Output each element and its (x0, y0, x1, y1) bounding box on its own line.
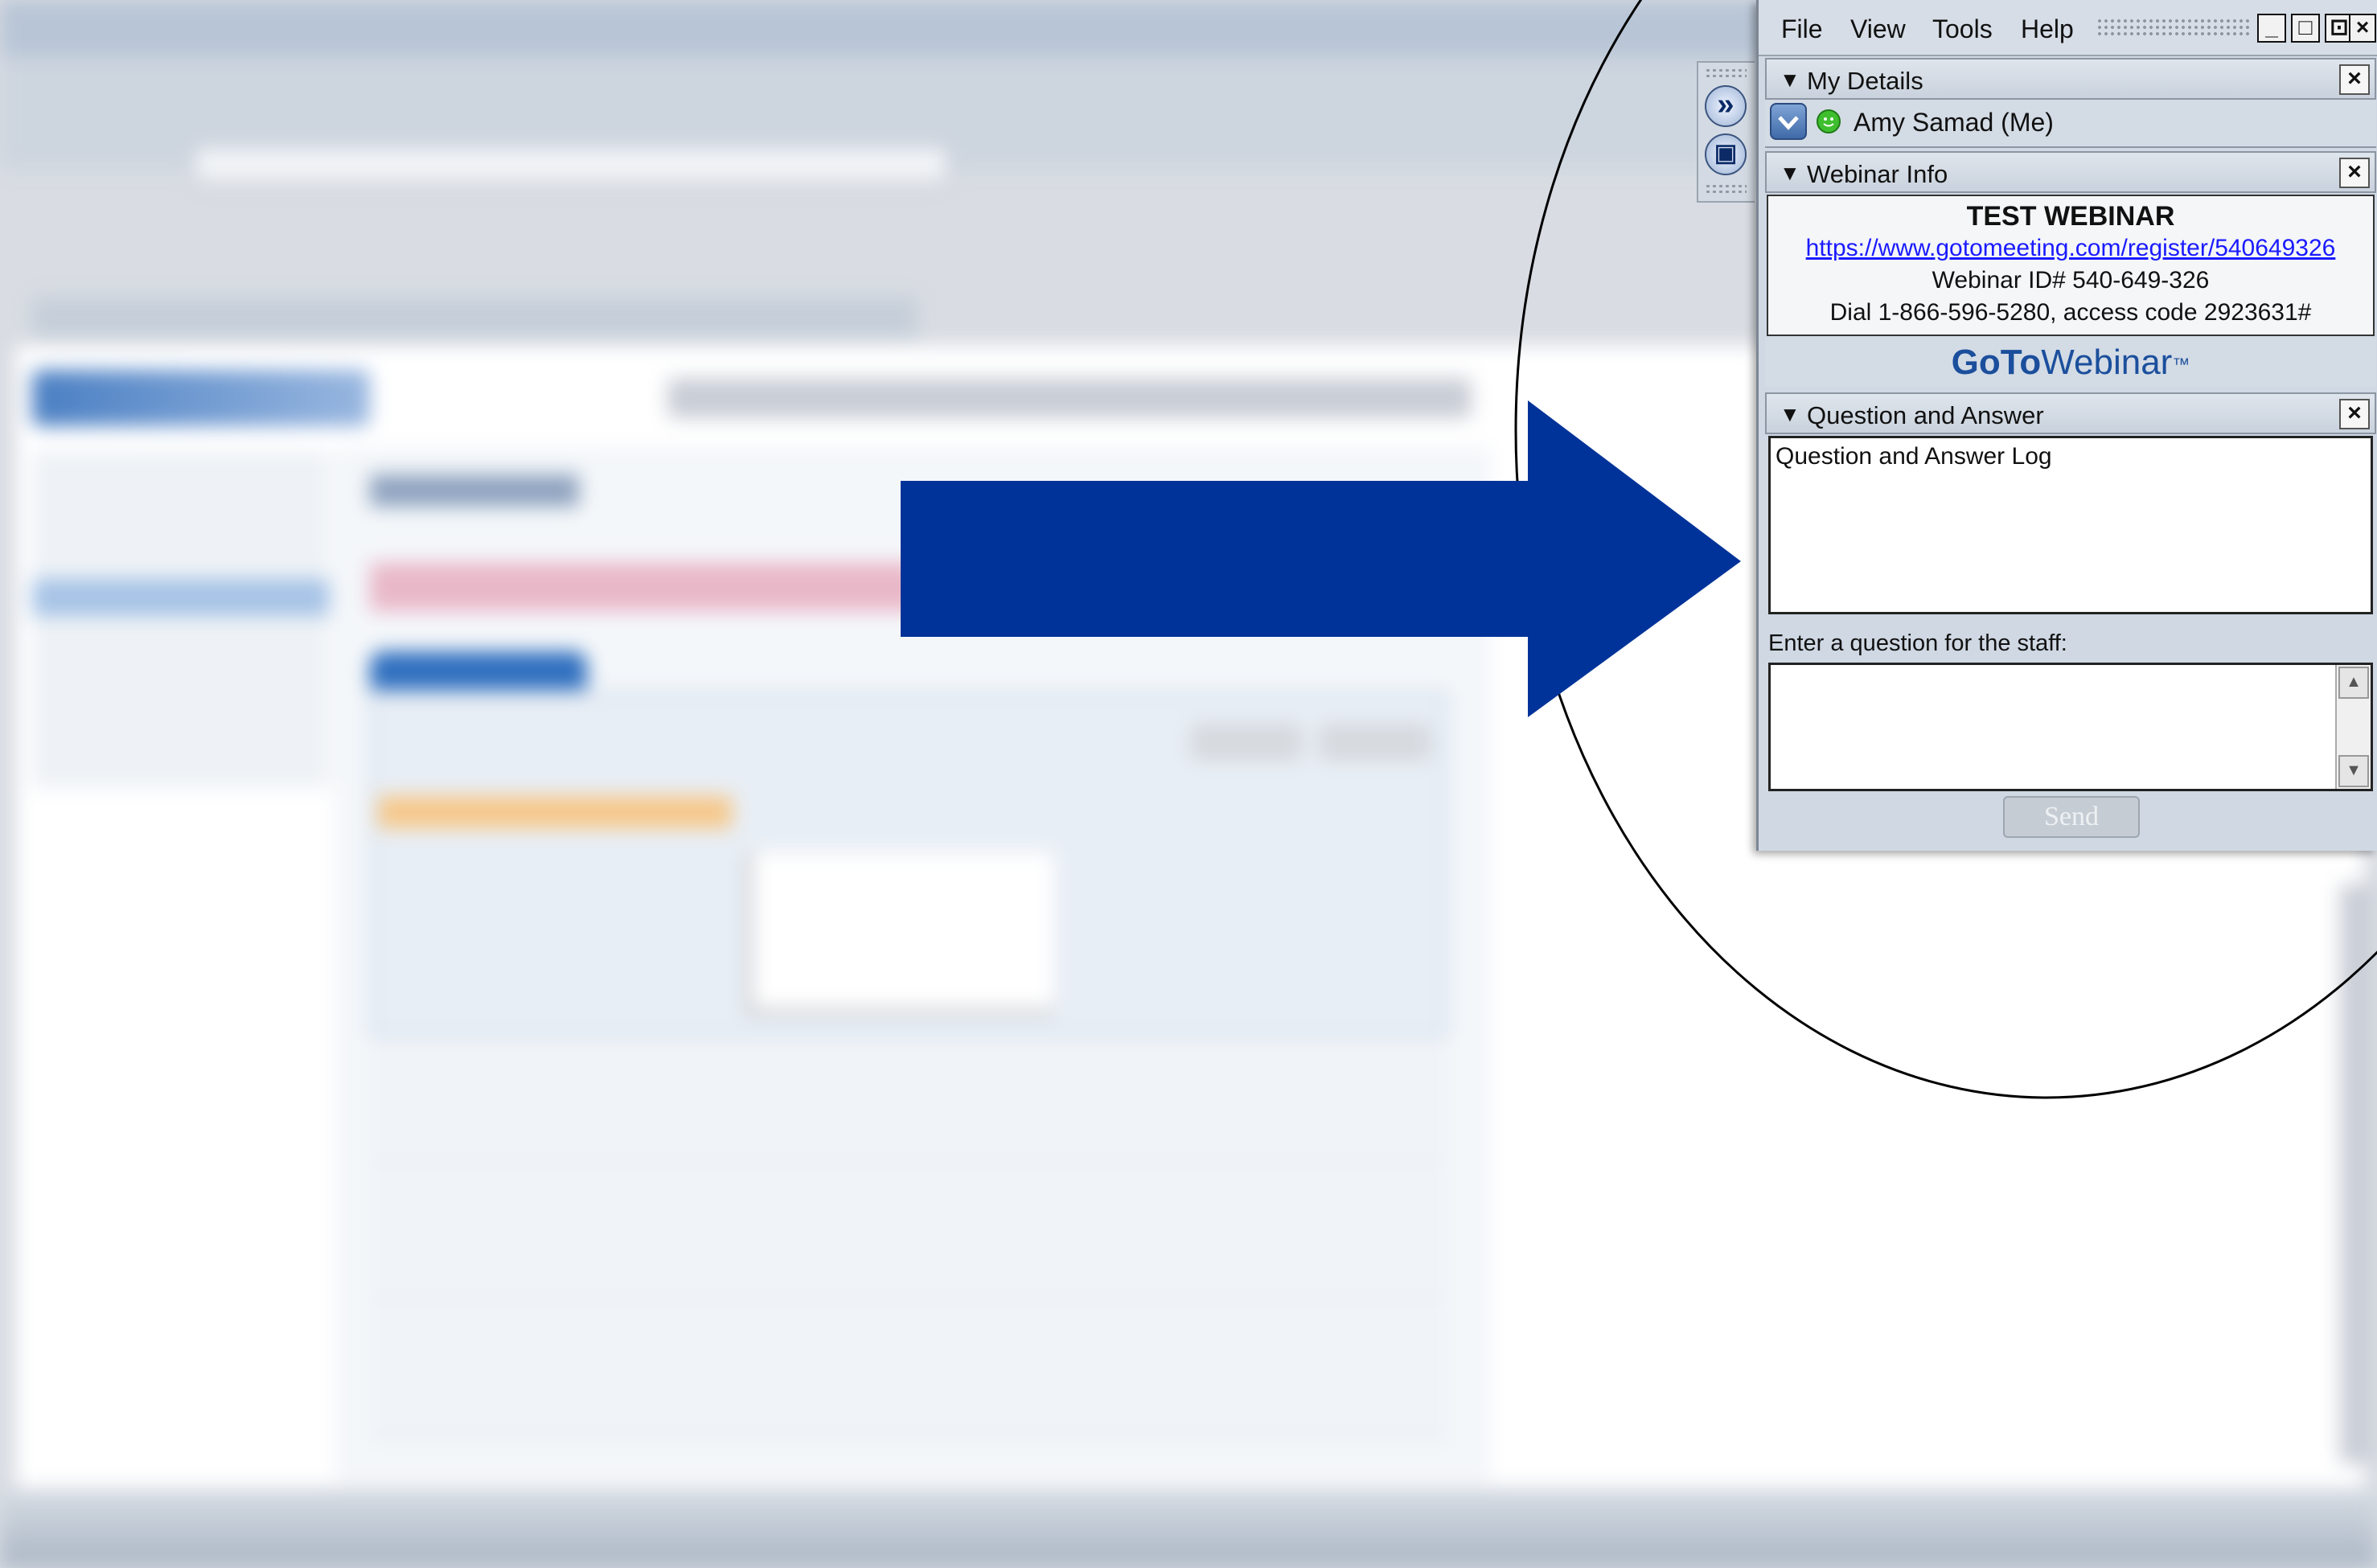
question-scrollbar[interactable]: ▲ ▼ (2335, 665, 2371, 789)
microphone-dropdown-icon[interactable] (1770, 103, 1807, 140)
menu-grip[interactable] (2096, 18, 2249, 39)
logo-goto: GoTo (1951, 343, 2042, 382)
maximize-button[interactable]: □ (2291, 14, 2320, 43)
status-smiley-icon (1817, 109, 1841, 133)
menu-file[interactable]: File (1781, 14, 1823, 44)
collapse-triangle-icon[interactable]: ▼ (1780, 402, 1800, 427)
my-details-body: Amy Samad (Me) (1765, 100, 2376, 148)
qa-log[interactable]: Question and Answer Log (1768, 436, 2373, 614)
webinar-id: Webinar ID# 540-649-326 (1932, 267, 2210, 293)
qa-title: Question and Answer (1807, 401, 2044, 429)
logo-webinar: Webinar (2041, 343, 2173, 382)
scroll-up-icon[interactable]: ▲ (2338, 667, 2369, 699)
menu-help[interactable]: Help (2021, 14, 2074, 44)
minimize-button[interactable]: _ (2257, 14, 2286, 43)
my-details-header[interactable]: ▼ My Details × (1765, 58, 2376, 100)
gotowebinar-logo: GoToWebinar™ (1765, 338, 2376, 388)
webinar-name: TEST WEBINAR (1966, 201, 2175, 232)
close-webinar-info-button[interactable]: × (2339, 158, 2370, 188)
dial-in-info: Dial 1-866-596-5280, access code 2923631… (1829, 299, 2312, 326)
question-input[interactable]: ▲ ▼ (1768, 663, 2373, 791)
menu-bar: File View Tools Help _ □ ⊡ × (1759, 0, 2377, 56)
attendee-name: Amy Samad (Me) (1854, 108, 2054, 137)
webinar-info-header[interactable]: ▼ Webinar Info × (1765, 151, 2376, 193)
webinar-info-body: TEST WEBINAR https://www.gotomeeting.com… (1767, 195, 2375, 336)
my-details-title: My Details (1807, 67, 1923, 95)
close-qa-button[interactable]: × (2339, 399, 2370, 429)
control-panel: File View Tools Help _ □ ⊡ × ▼ My Detail… (1756, 0, 2377, 851)
question-prompt: Enter a question for the staff: (1768, 630, 2067, 656)
pointer-arrow (901, 400, 1741, 717)
qa-log-text: Question and Answer Log (1776, 443, 2052, 470)
webinar-info-title: Webinar Info (1807, 160, 1948, 188)
collapse-triangle-icon[interactable]: ▼ (1780, 68, 1800, 92)
forward-arrows-icon[interactable]: » (1705, 85, 1747, 127)
dock-grip-top (1705, 68, 1747, 79)
send-button[interactable]: Send (2003, 796, 2140, 838)
menu-view[interactable]: View (1850, 14, 1906, 44)
collapse-triangle-icon[interactable]: ▼ (1780, 161, 1800, 186)
dock-toolbar: » ▣ (1697, 61, 1755, 203)
dock-grip-bottom (1705, 183, 1747, 195)
scroll-down-icon[interactable]: ▼ (2338, 755, 2369, 787)
logo-tm: ™ (2172, 354, 2190, 375)
qa-header[interactable]: ▼ Question and Answer × (1765, 392, 2376, 434)
menu-tools[interactable]: Tools (1932, 14, 1993, 44)
registration-link[interactable]: https://www.gotomeeting.com/register/540… (1768, 235, 2373, 262)
close-window-button[interactable]: × (2349, 14, 2376, 43)
close-my-details-button[interactable]: × (2339, 64, 2370, 95)
screen-icon[interactable]: ▣ (1705, 133, 1747, 175)
